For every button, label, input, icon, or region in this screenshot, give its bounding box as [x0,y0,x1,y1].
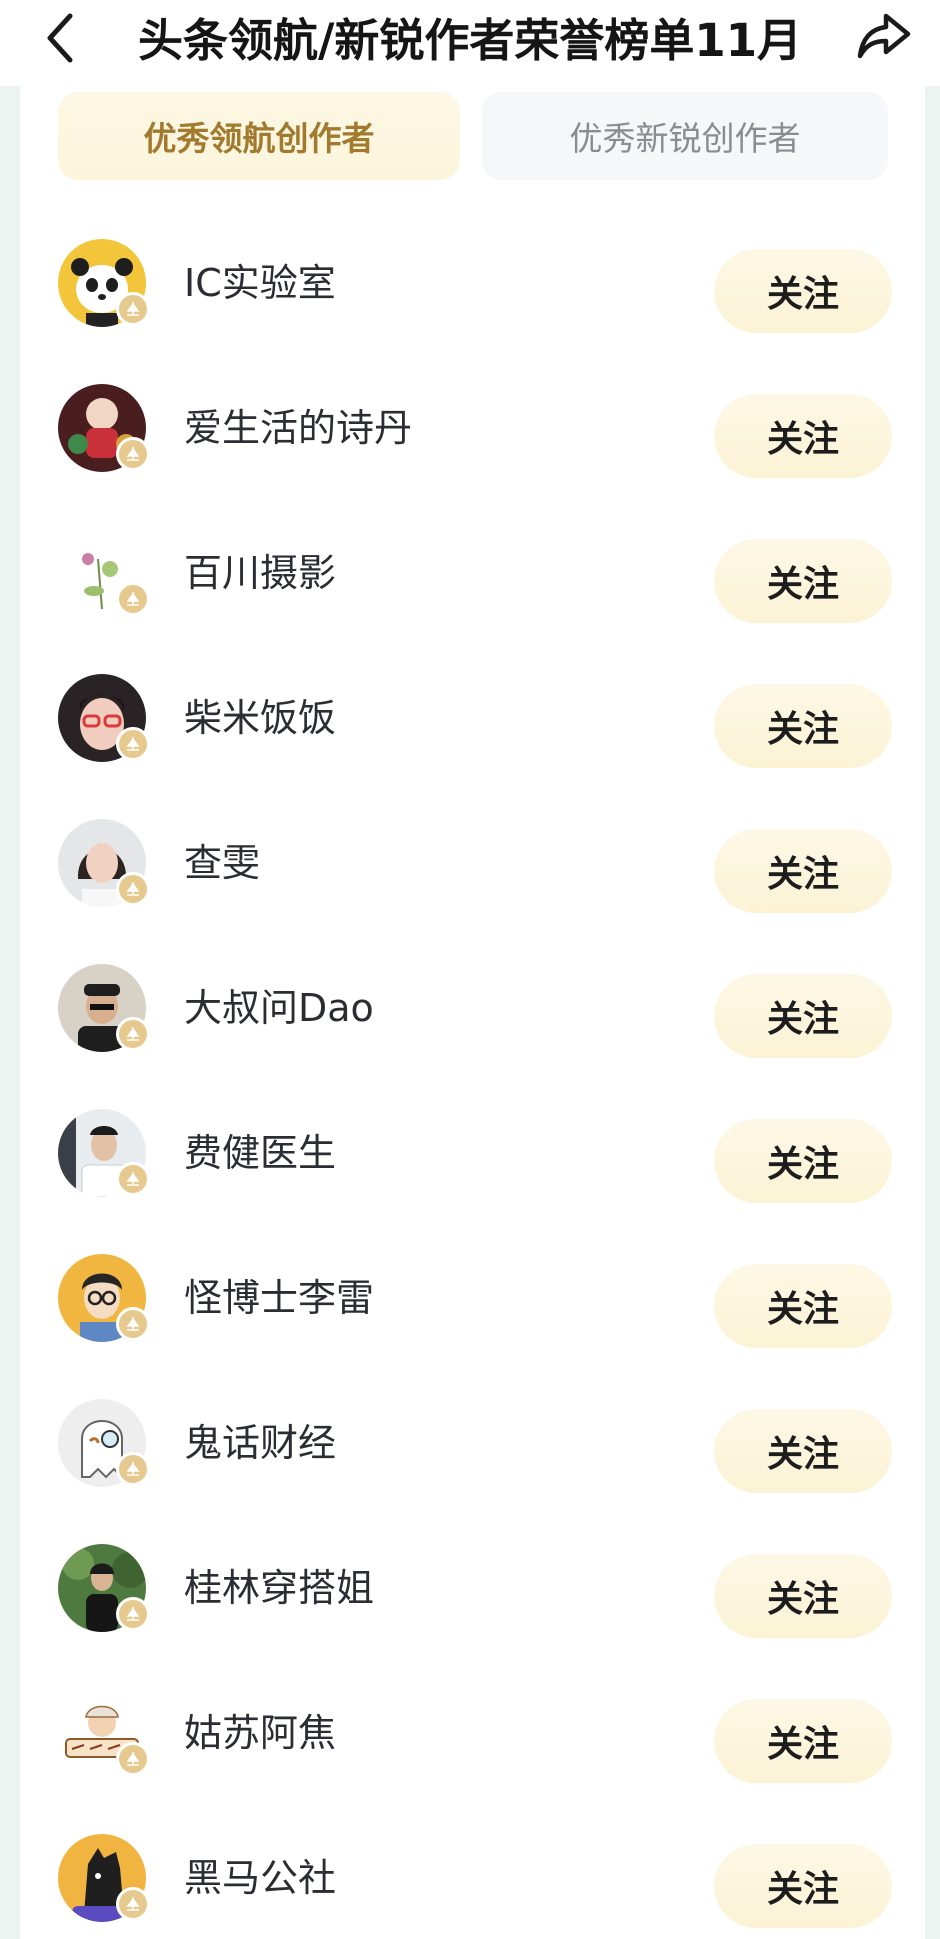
username[interactable]: 鬼话财经 [184,1418,336,1468]
list-item[interactable]: 爱生活的诗丹 关注 [20,373,925,483]
left-margin-strip [0,86,20,1939]
list-item[interactable]: IC实验室 关注 [20,228,925,338]
creator-badge-icon [116,582,150,616]
creator-badge-icon [116,1597,150,1631]
back-button[interactable] [38,8,82,68]
creator-badge-icon [116,1452,150,1486]
page-title: 头条领航/新锐作者荣誉榜单11月 [137,13,803,67]
username[interactable]: 查雯 [184,838,260,888]
creator-badge-icon [116,1162,150,1196]
username[interactable]: 姑苏阿焦 [184,1708,336,1758]
list-item[interactable]: 姑苏阿焦 关注 [20,1678,925,1788]
creator-badge-icon [116,872,150,906]
list-item[interactable]: 查雯 关注 [20,808,925,918]
list-item[interactable]: 柴米饭饭 关注 [20,663,925,773]
creator-badge-icon [116,437,150,471]
creator-badge-icon [116,1017,150,1051]
username[interactable]: 大叔问Dao [184,983,374,1033]
follow-button[interactable]: 关注 [714,1554,892,1638]
follow-button[interactable]: 关注 [714,684,892,768]
creator-badge-icon [116,1742,150,1776]
follow-button[interactable]: 关注 [714,1699,892,1783]
follow-button[interactable]: 关注 [714,1844,892,1928]
follow-button[interactable]: 关注 [714,249,892,333]
chevron-left-icon [47,13,73,63]
tab-excellent-pilot-creators[interactable]: 优秀领航创作者 [58,92,460,180]
follow-button[interactable]: 关注 [714,974,892,1058]
username[interactable]: 怪博士李雷 [184,1273,374,1323]
username[interactable]: 费健医生 [184,1128,336,1178]
list-item[interactable]: 怪博士李雷 关注 [20,1243,925,1353]
creator-badge-icon [116,727,150,761]
follow-button[interactable]: 关注 [714,1264,892,1348]
list-item[interactable]: 桂林穿搭姐 关注 [20,1533,925,1643]
share-arrow-icon [857,13,911,59]
username[interactable]: IC实验室 [184,258,336,308]
ranking-card: 优秀领航创作者 优秀新锐创作者 IC实验室 关注 爱生活的诗丹 关注 百川摄影 … [20,86,925,1939]
follow-button[interactable]: 关注 [714,394,892,478]
top-nav-bar: 头条领航/新锐作者荣誉榜单11月 [0,0,940,86]
list-item[interactable]: 费健医生 关注 [20,1098,925,1208]
username[interactable]: 爱生活的诗丹 [184,403,412,453]
creator-badge-icon [116,1887,150,1921]
creator-badge-icon [116,292,150,326]
share-button[interactable] [852,4,916,68]
follow-button[interactable]: 关注 [714,1409,892,1493]
category-tabs: 优秀领航创作者 优秀新锐创作者 [58,92,888,180]
list-item[interactable]: 百川摄影 关注 [20,518,925,628]
tab-excellent-rising-creators[interactable]: 优秀新锐创作者 [482,92,888,180]
list-item[interactable]: 鬼话财经 关注 [20,1388,925,1498]
follow-button[interactable]: 关注 [714,1119,892,1203]
creator-badge-icon [116,1307,150,1341]
follow-button[interactable]: 关注 [714,829,892,913]
username[interactable]: 桂林穿搭姐 [184,1563,374,1613]
list-item[interactable]: 黑马公社 关注 [20,1823,925,1933]
follow-button[interactable]: 关注 [714,539,892,623]
username[interactable]: 柴米饭饭 [184,693,336,743]
list-item[interactable]: 大叔问Dao 关注 [20,953,925,1063]
username[interactable]: 黑马公社 [184,1853,336,1903]
username[interactable]: 百川摄影 [184,548,336,598]
